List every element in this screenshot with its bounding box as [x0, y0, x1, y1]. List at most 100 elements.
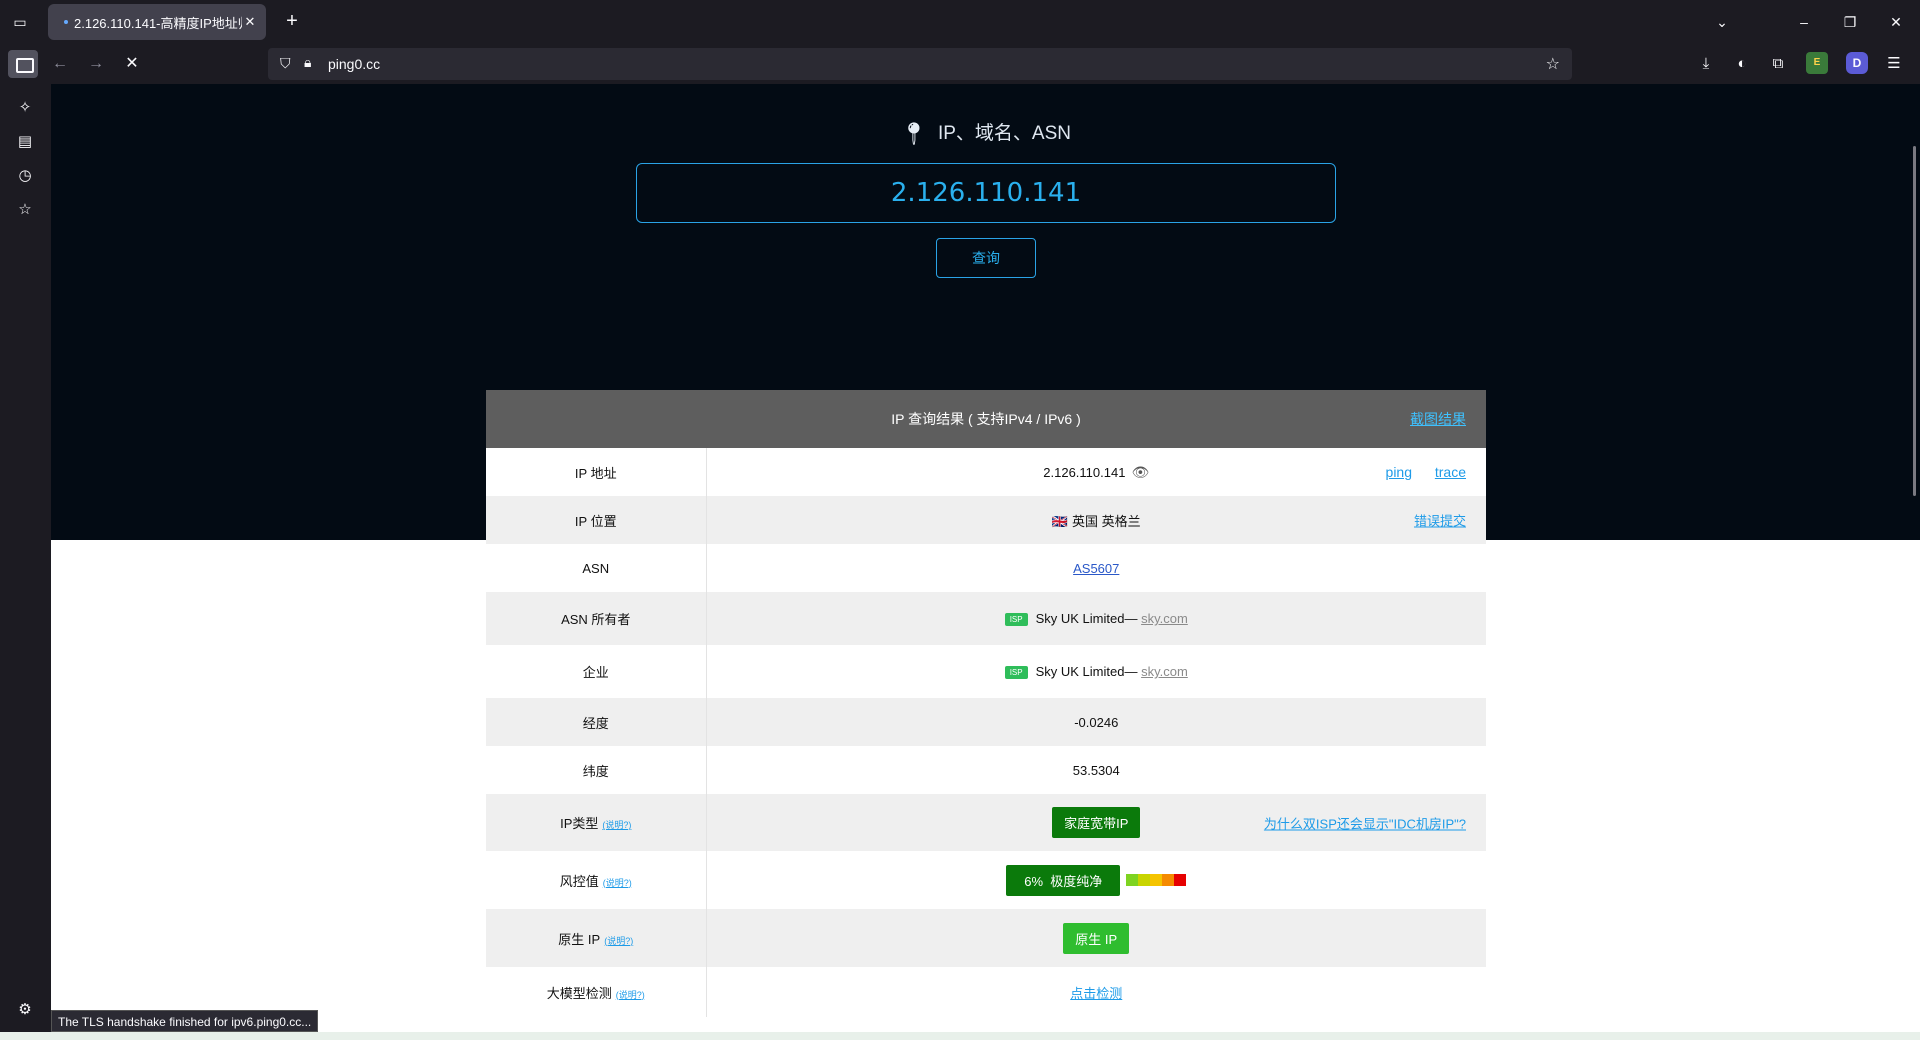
- row-longitude: 经度 -0.0246: [486, 698, 1486, 746]
- downloads-icon[interactable]: ⤓: [1694, 52, 1718, 76]
- bookmarks-icon[interactable]: ☆: [13, 198, 37, 222]
- trace-link[interactable]: trace: [1435, 464, 1466, 480]
- asn-owner-name: Sky UK Limited—: [1035, 611, 1138, 626]
- latitude-value: 53.5304: [1072, 762, 1120, 778]
- history-icon[interactable]: ◷: [13, 164, 37, 188]
- row-value: 家庭宽带IP 为什么双ISP还会显示"IDC机房IP"?: [706, 794, 1486, 851]
- note-link[interactable]: (说明?): [602, 820, 631, 830]
- isp-badge: ISP: [1004, 666, 1028, 679]
- ip-type-badge: 家庭宽带IP: [1052, 807, 1141, 838]
- ip-type-key: IP类型: [560, 816, 599, 831]
- tab-list-icon[interactable]: ▭: [8, 10, 32, 34]
- ip-value: 2.126.110.141: [1043, 464, 1126, 480]
- row-key: 风控值 (说明?): [486, 851, 707, 909]
- page-content: 📍︎ IP、域名、ASN 2.126.110.141 查询 IP 查询结果 ( 支…: [51, 84, 1920, 1040]
- location-pin-icon: 📍︎: [900, 121, 928, 146]
- menu-icon[interactable]: ☰: [1882, 52, 1906, 76]
- restore-button[interactable]: ❐: [1838, 10, 1862, 34]
- native-key: 原生 IP: [558, 931, 601, 947]
- row-value: ISP Sky UK Limited— sky.com: [706, 592, 1486, 645]
- row-ip: IP 地址 2.126.110.141 👁︎ ping trace: [486, 448, 1486, 496]
- minimize-button[interactable]: –: [1792, 10, 1816, 34]
- new-tab-button[interactable]: +: [280, 10, 304, 34]
- company-name: Sky UK Limited—: [1035, 664, 1138, 679]
- sidebar-rail: ✧ ▤ ◷ ☆ ⚙: [0, 84, 51, 1040]
- risk-badge: 6% 极度纯净: [1006, 864, 1121, 896]
- sidebar-toggle-button[interactable]: [8, 50, 38, 78]
- result-table: IP 地址 2.126.110.141 👁︎ ping trace IP 位置 🇬…: [486, 448, 1486, 1017]
- settings-gear-icon[interactable]: ⚙: [13, 998, 37, 1022]
- ip-search-input[interactable]: 2.126.110.141: [636, 163, 1336, 223]
- url-text[interactable]: ping0.cc: [328, 56, 380, 72]
- query-button[interactable]: 查询: [936, 238, 1036, 278]
- back-button[interactable]: ←: [46, 52, 74, 76]
- risk-scale-segment: [1150, 874, 1163, 886]
- row-llm: 大模型检测 (说明?) 点击检测: [486, 967, 1486, 1017]
- row-value: 🇬🇧 英国 英格兰 错误提交: [706, 496, 1486, 544]
- ai-sparkle-icon[interactable]: ✧: [13, 96, 37, 120]
- forward-button[interactable]: →: [82, 52, 110, 76]
- risk-scale-bar: [1126, 874, 1187, 886]
- status-bar: The TLS handshake finished for ipv6.ping…: [51, 1010, 319, 1032]
- ping-link[interactable]: ping: [1386, 464, 1412, 480]
- risk-key: 风控值: [559, 873, 599, 889]
- longitude-value: -0.0246: [1074, 714, 1119, 730]
- extension-d-icon[interactable]: D: [1846, 52, 1868, 74]
- risk-scale-segment: [1126, 874, 1139, 886]
- close-window-button[interactable]: ✕: [1884, 10, 1908, 34]
- search-label: 📍︎ IP、域名、ASN: [51, 118, 1920, 147]
- synced-tabs-icon[interactable]: ▤: [13, 130, 37, 154]
- screenshot-link[interactable]: 截图结果: [1410, 390, 1466, 448]
- risk-scale-segment: [1162, 874, 1175, 886]
- isp-badge: ISP: [1004, 613, 1028, 626]
- search-label-text: IP、域名、ASN: [937, 123, 1071, 144]
- eye-icon[interactable]: 👁︎: [1131, 464, 1149, 481]
- flag-icon: 🇬🇧: [1051, 513, 1069, 529]
- llm-key: 大模型检测: [546, 985, 612, 1001]
- bottom-strip: [0, 1032, 1920, 1040]
- note-link[interactable]: (说明?): [603, 878, 632, 888]
- tracking-shield-icon[interactable]: ⛉: [280, 55, 291, 72]
- extension-badge-icon[interactable]: E: [1806, 52, 1828, 74]
- row-location: IP 位置 🇬🇧 英国 英格兰 错误提交: [486, 496, 1486, 544]
- result-title: IP 查询结果 ( 支持IPv4 / IPv6 ): [891, 411, 1081, 427]
- tab-title: 2.126.110.141-高精度IP地址归: [74, 15, 242, 31]
- tab-overflow-chevron-icon[interactable]: ⌄: [1710, 10, 1734, 34]
- row-key: ASN 所有者: [486, 592, 707, 645]
- note-link[interactable]: (说明?): [616, 990, 645, 1000]
- bookmark-star-icon[interactable]: ☆: [1546, 54, 1560, 74]
- row-value: 原生 IP: [706, 909, 1486, 967]
- note-link[interactable]: (说明?): [604, 936, 633, 946]
- sync-icon[interactable]: ◐: [1730, 52, 1754, 76]
- nav-bar: ← → ✕ ⛉ 🔒︎ ping0.cc ☆ ⤓ ◐ ⧉ E D ☰: [0, 44, 1920, 84]
- row-key: ASN: [486, 544, 707, 592]
- stop-loading-button[interactable]: ✕: [118, 52, 146, 76]
- row-key: 经度: [486, 698, 707, 746]
- tab-bar: ▭ 2.126.110.141-高精度IP地址归 ✕ + ⌄ – ❐ ✕: [0, 0, 1920, 44]
- extensions-icon[interactable]: ⧉: [1766, 52, 1790, 76]
- report-error-link[interactable]: 错误提交: [1414, 511, 1466, 530]
- company-domain-link[interactable]: sky.com: [1141, 664, 1188, 679]
- row-value: 2.126.110.141 👁︎ ping trace: [706, 448, 1486, 496]
- why-idc-link[interactable]: 为什么双ISP还会显示"IDC机房IP"?: [1264, 813, 1466, 832]
- row-company: 企业 ISP Sky UK Limited— sky.com: [486, 645, 1486, 698]
- row-native: 原生 IP (说明?) 原生 IP: [486, 909, 1486, 967]
- url-bar[interactable]: ⛉ 🔒︎ ping0.cc ☆: [268, 48, 1572, 80]
- row-key: 原生 IP (说明?): [486, 909, 707, 967]
- row-risk: 风控值 (说明?) 6% 极度纯净: [486, 851, 1486, 909]
- close-tab-icon[interactable]: ✕: [242, 14, 258, 30]
- asn-owner-domain-link[interactable]: sky.com: [1141, 611, 1188, 626]
- lock-icon[interactable]: 🔒︎: [304, 54, 311, 71]
- result-panel: IP 查询结果 ( 支持IPv4 / IPv6 ) 截图结果 IP 地址 2.1…: [486, 390, 1486, 1017]
- risk-scale-segment: [1138, 874, 1151, 886]
- browser-chrome: ▭ 2.126.110.141-高精度IP地址归 ✕ + ⌄ – ❐ ✕ ← →…: [0, 0, 1920, 84]
- page-scrollbar[interactable]: [1913, 146, 1916, 496]
- row-asn: ASN AS5607: [486, 544, 1486, 592]
- row-value: ISP Sky UK Limited— sky.com: [706, 645, 1486, 698]
- llm-check-link[interactable]: 点击检测: [1070, 986, 1122, 1001]
- asn-link[interactable]: AS5607: [1073, 561, 1119, 576]
- row-value: 点击检测: [706, 967, 1486, 1017]
- row-ip-type: IP类型 (说明?) 家庭宽带IP 为什么双ISP还会显示"IDC机房IP"?: [486, 794, 1486, 851]
- active-tab[interactable]: 2.126.110.141-高精度IP地址归 ✕: [48, 4, 266, 40]
- row-key: 大模型检测 (说明?): [486, 967, 707, 1017]
